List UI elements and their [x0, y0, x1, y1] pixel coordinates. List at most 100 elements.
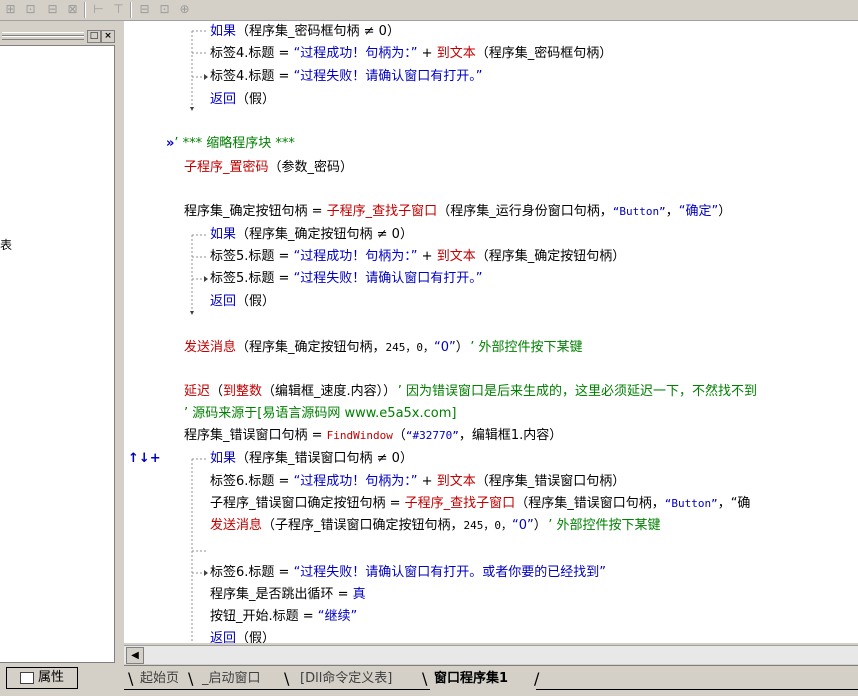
scroll-left-button[interactable]: ◀	[126, 647, 144, 664]
code-text: ，编辑框1.内容）	[458, 428, 563, 443]
tab-baseline	[536, 689, 858, 690]
string-literal: “0”	[434, 340, 456, 355]
keyword: 返回	[210, 294, 237, 309]
code-text: 标签4.标题 =	[210, 69, 294, 84]
toolbar-separator	[130, 2, 132, 18]
code-text: （参数_密码）	[268, 160, 354, 175]
code-line[interactable]: 子程序_错误窗口确定按钮句柄 = 子程序_查找子窗口（程序集_错误窗口句柄，“B…	[210, 495, 750, 513]
string-literal: “Button”	[664, 497, 718, 510]
same-size-icon[interactable]: ⊕	[176, 2, 193, 17]
code-line[interactable]: 标签4.标题 = “过程成功！句柄为：” + 到文本（程序集_密码框句柄）	[210, 45, 612, 63]
comment: ’ 外部控件按下某键	[548, 518, 661, 533]
code-line[interactable]: 子程序_置密码（参数_密码）	[184, 159, 353, 177]
v-spacing-icon[interactable]: ⊤	[110, 2, 127, 17]
code-line[interactable]: »’ *** 缩略程序块 ***	[166, 135, 295, 153]
code-line[interactable]: 程序集_错误窗口句柄 = FindWindow（“#32770”，编辑框1.内容…	[184, 427, 562, 445]
keyword: 如果	[210, 451, 237, 466]
code-text: （	[210, 384, 224, 399]
tab-window-module[interactable]: 窗口程序集1	[434, 668, 508, 690]
function-name: 到文本	[436, 474, 476, 489]
align-left-icon[interactable]: ⊞	[2, 2, 19, 17]
code-line[interactable]: 标签5.标题 = “过程成功！句柄为：” + 到文本（程序集_确定按钮句柄）	[210, 248, 625, 266]
code-line[interactable]: 如果（程序集_密码框句柄 ≠ 0）	[210, 23, 400, 41]
operator: +	[417, 46, 437, 61]
code-line[interactable]: 返回（假）	[210, 630, 275, 643]
code-text: （假）	[236, 631, 276, 643]
code-line[interactable]: ’ 源码来源于[易语言源码网 www.e5a5x.com]	[184, 405, 456, 423]
tab-divider: \	[188, 669, 194, 688]
code-text: 程序集_错误窗口句柄 =	[184, 428, 327, 443]
number-literal: 245，0，	[463, 519, 513, 532]
code-text: 标签5.标题 =	[210, 271, 294, 286]
panel-title-bar[interactable]: □ ×	[0, 26, 118, 43]
align-center-icon[interactable]: ⊡	[22, 2, 39, 17]
code-text: 按钮_开始.标题 =	[210, 609, 318, 624]
keyword: 返回	[210, 631, 237, 643]
code-line[interactable]: 发送消息（程序集_确定按钮句柄，245，0，“0”） ’ 外部控件按下某键	[184, 339, 583, 357]
function-name: 发送消息	[184, 340, 237, 355]
string-literal: “过程成功！句柄为：”	[293, 249, 418, 264]
code-text: 子程序_错误窗口确定按钮句柄 =	[210, 496, 405, 511]
tab-startup-window[interactable]: _启动窗口	[202, 668, 261, 690]
same-height-icon[interactable]: ⊡	[156, 2, 173, 17]
code-line[interactable]: 标签6.标题 = “过程成功！句柄为：” + 到文本（程序集_错误窗口句柄）	[210, 473, 625, 491]
code-line[interactable]: 程序集_是否跳出循环 = 真	[210, 586, 366, 604]
code-text: 标签6.标题 =	[210, 474, 294, 489]
tab-dll-commands[interactable]: [Dll命令定义表]	[300, 668, 392, 690]
code-text: 标签5.标题 =	[210, 249, 294, 264]
string-literal: “过程成功！句柄为：”	[293, 474, 418, 489]
code-text: （程序集_错误窗口句柄）	[475, 474, 626, 489]
function-name: FindWindow	[326, 429, 393, 442]
string-literal: “确定”	[678, 204, 719, 219]
code-text: （程序集_确定按钮句柄）	[475, 249, 626, 264]
code-line[interactable]: 标签4.标题 = “过程失败！请确认窗口有打开。”	[210, 68, 483, 86]
panel-grip[interactable]	[2, 36, 84, 40]
code-editor[interactable]: 如果（程序集_密码框句柄 ≠ 0） 标签4.标题 = “过程成功！句柄为：” +…	[124, 21, 858, 643]
code-line[interactable]: 返回（假）	[210, 91, 275, 109]
tab-properties[interactable]: 属性	[6, 667, 78, 689]
function-name: 子程序_置密码	[184, 160, 269, 175]
code-line[interactable]: 发送消息（子程序_错误窗口确定按钮句柄，245，0，“0”） ’ 外部控件按下某键	[210, 517, 661, 535]
string-literal: “过程成功！句柄为：”	[293, 46, 418, 61]
comment: ’ 外部控件按下某键	[470, 340, 583, 355]
properties-icon	[19, 671, 34, 684]
code-line[interactable]: 标签6.标题 = “过程失败！请确认窗口有打开。或者你要的已经找到”	[210, 564, 606, 582]
function-name: 延迟	[184, 384, 211, 399]
tab-start-page[interactable]: 起始页	[140, 668, 179, 690]
number-literal: 245，0，	[385, 341, 435, 354]
align-bottom-icon[interactable]: ⊠	[64, 2, 81, 17]
tree-guides	[190, 30, 208, 643]
code-line[interactable]: ↑↓+ 如果（程序集_错误窗口句柄 ≠ 0）	[128, 450, 413, 468]
code-text: （程序集_运行身份窗口句柄，	[437, 204, 613, 219]
pin-button[interactable]: □	[87, 30, 101, 43]
panel-partial-label: 表	[0, 238, 13, 252]
panel-content: 表	[0, 45, 115, 663]
code-text: （程序集_错误窗口句柄 ≠ 0）	[236, 451, 413, 466]
h-spacing-icon[interactable]: ⊢	[90, 2, 107, 17]
code-line[interactable]: 按钮_开始.标题 = “继续”	[210, 608, 357, 626]
code-text: 程序集_是否跳出循环 =	[210, 587, 353, 602]
code-line[interactable]: 返回（假）	[210, 293, 275, 311]
breakpoint-marker-icon[interactable]: ↑↓+	[128, 450, 210, 468]
code-line[interactable]: 程序集_确定按钮句柄 = 子程序_查找子窗口（程序集_运行身份窗口句柄，“But…	[184, 203, 731, 221]
horizontal-scrollbar[interactable]: ◀	[124, 645, 858, 664]
code-text: ）	[455, 340, 463, 355]
comment: ’ *** 缩略程序块 ***	[174, 136, 295, 151]
string-literal: “过程失败！请确认窗口有打开。或者你要的已经找到”	[293, 565, 607, 580]
code-text: （程序集_确定按钮句柄，	[236, 340, 386, 355]
align-top-icon[interactable]: ⊟	[44, 2, 61, 17]
code-text: （程序集_密码框句柄）	[475, 46, 613, 61]
code-line[interactable]: 标签5.标题 = “过程失败！请确认窗口有打开。”	[210, 270, 483, 288]
tab-baseline	[124, 689, 430, 690]
keyword: 如果	[210, 24, 237, 39]
code-line[interactable]: 如果（程序集_确定按钮句柄 ≠ 0）	[210, 226, 413, 244]
code-text: （	[392, 428, 406, 443]
same-width-icon[interactable]: ⊟	[136, 2, 153, 17]
function-name: 到整数	[223, 384, 263, 399]
string-literal: “过程失败！请确认窗口有打开。”	[293, 271, 483, 286]
operator: +	[417, 474, 437, 489]
close-button[interactable]: ×	[101, 30, 115, 43]
tab-divider: \	[128, 669, 134, 688]
code-text: 标签4.标题 =	[210, 46, 294, 61]
code-line[interactable]: 延迟（到整数（编辑框_速度.内容）） ’ 因为错误窗口是后来生成的，这里必须延迟一…	[184, 383, 757, 401]
